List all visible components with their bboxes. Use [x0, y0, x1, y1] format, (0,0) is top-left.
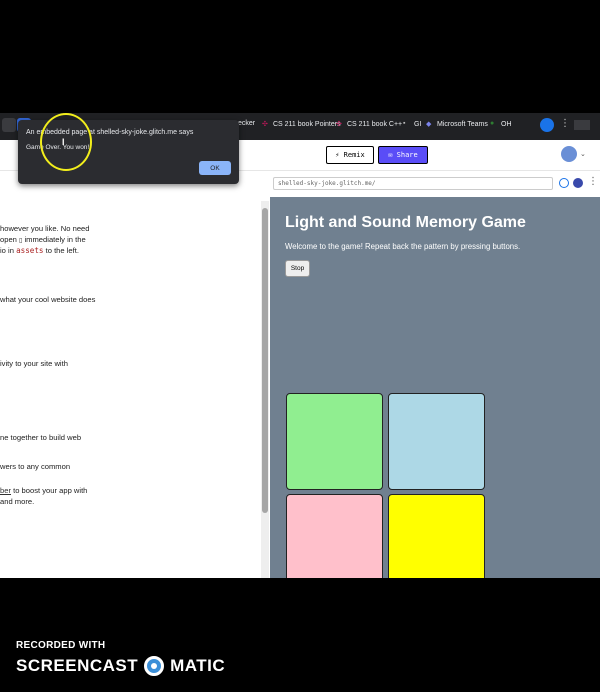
code-editor[interactable]: however you like. No need open ▯ immedia…	[0, 201, 261, 578]
bookmark-icon: ●	[490, 120, 495, 127]
extension-icon[interactable]	[2, 118, 16, 132]
app-preview: Light and Sound Memory Game Welcome to t…	[270, 197, 600, 578]
editor-line: ber to boost your app with	[0, 486, 88, 495]
reading-list-icon[interactable]	[574, 120, 590, 130]
editor-line: io in assets to the left.	[0, 246, 79, 255]
text-cursor-icon: I	[62, 137, 65, 147]
editor-line: what your cool website does	[0, 295, 96, 304]
editor-line: wers to any common	[0, 462, 71, 471]
editor-link[interactable]: ber	[0, 486, 11, 495]
stop-button[interactable]: Stop	[285, 260, 310, 277]
editor-scrollbar-thumb[interactable]	[262, 208, 268, 513]
game-button-1[interactable]	[286, 393, 383, 490]
avatar[interactable]	[561, 146, 577, 162]
remix-button[interactable]: ⚡ Remix	[326, 146, 374, 164]
game-button-3[interactable]	[286, 494, 383, 578]
highlight-circle	[40, 113, 92, 171]
screencast-logo-icon	[144, 656, 165, 676]
refresh-icon[interactable]	[559, 178, 569, 188]
bookmark-icon: ✣	[336, 121, 342, 128]
editor-line: open ▯ immediately in the	[0, 235, 86, 244]
editor-line: however you like. No need	[0, 224, 90, 233]
game-button-4[interactable]	[388, 494, 485, 578]
editor-line: ne together to build web	[0, 433, 82, 442]
more-icon[interactable]: ⋮	[588, 176, 598, 187]
ok-button[interactable]: OK	[199, 161, 231, 175]
bookmark-icon: ▪	[403, 120, 406, 127]
watermark-logo: SCREENCAST MATIC	[16, 656, 226, 676]
preview-options-icon[interactable]	[573, 178, 583, 188]
bookmark-item[interactable]: ✣ CS 211 book Pointers	[262, 120, 341, 129]
bookmark-item[interactable]: ▪ GI	[403, 120, 421, 128]
editor-line: ivity to your site with	[0, 359, 68, 368]
watermark-recorded-with: RECORDED WITH	[16, 640, 106, 651]
bookmark-item[interactable]: ◆ Microsoft Teams	[426, 120, 488, 129]
chrome-ext-icon[interactable]	[540, 118, 554, 132]
page-title: Light and Sound Memory Game	[285, 214, 526, 231]
bookmark-item[interactable]: ● OH	[490, 120, 512, 128]
game-description: Welcome to the game! Repeat back the pat…	[285, 242, 521, 251]
preview-toolbar: shelled-sky-joke.glitch.me/ ⋮	[270, 171, 600, 197]
game-button-2[interactable]	[388, 393, 485, 490]
preview-url-field[interactable]: shelled-sky-joke.glitch.me/	[273, 177, 553, 190]
teams-icon: ◆	[426, 121, 432, 128]
bookmark-item[interactable]: ecker	[238, 120, 255, 127]
bookmark-icon: ✣	[262, 121, 268, 128]
show-icon: ▯	[19, 238, 23, 244]
chevron-down-icon[interactable]: ⌄	[580, 150, 586, 158]
menu-icon[interactable]: ⋮	[560, 118, 570, 129]
editor-line: and more.	[0, 497, 35, 506]
share-button[interactable]: ✉ Share	[378, 146, 428, 164]
bookmark-item[interactable]: ✣ CS 211 book C++	[336, 120, 402, 129]
